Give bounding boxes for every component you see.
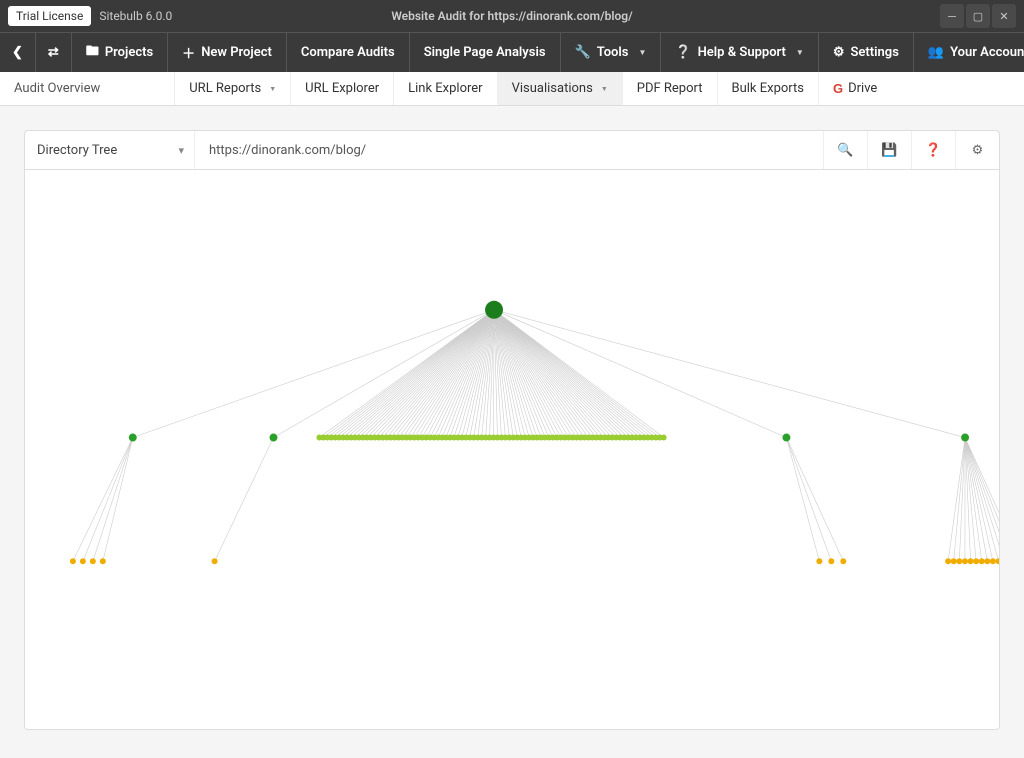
projects-label: Projects bbox=[105, 45, 153, 60]
tab-url-reports[interactable]: URL Reports bbox=[174, 72, 290, 105]
compare-audits-button[interactable]: Compare Audits bbox=[287, 33, 410, 72]
content-area: Directory Tree https://dinorank.com/blog… bbox=[0, 106, 1024, 754]
cogs-icon: ⚙ bbox=[972, 143, 984, 158]
account-label: Your Account bbox=[950, 45, 1024, 60]
tab-link-explorer[interactable]: Link Explorer bbox=[393, 72, 496, 105]
chevron-left-icon: ❮ bbox=[12, 45, 23, 60]
tab-url-explorer[interactable]: URL Explorer bbox=[290, 72, 393, 105]
tree-canvas[interactable] bbox=[24, 170, 1000, 730]
back-button[interactable]: ❮ bbox=[0, 33, 36, 72]
trial-license-badge: Trial License bbox=[8, 6, 91, 26]
help-dropdown[interactable]: ❔ Help & Support bbox=[661, 33, 818, 72]
google-icon: G bbox=[833, 81, 843, 96]
swap-button[interactable]: ⇄ bbox=[36, 33, 72, 72]
single-page-label: Single Page Analysis bbox=[424, 45, 546, 60]
compare-audits-label: Compare Audits bbox=[301, 45, 395, 60]
search-button[interactable]: 🔍 bbox=[823, 131, 867, 169]
minimize-button[interactable]: ─ bbox=[940, 4, 964, 28]
search-icon: 🔍 bbox=[837, 143, 853, 158]
config-button[interactable]: ⚙ bbox=[955, 131, 999, 169]
users-icon: 👥 bbox=[928, 45, 944, 60]
tools-dropdown[interactable]: 🔧 Tools bbox=[561, 33, 662, 72]
audit-overview-label[interactable]: Audit Overview bbox=[0, 72, 114, 105]
new-project-button[interactable]: ＋ New Project bbox=[168, 33, 287, 72]
panel-header: Directory Tree https://dinorank.com/blog… bbox=[24, 130, 1000, 170]
window-title: Website Audit for https://dinorank.com/b… bbox=[391, 9, 632, 23]
save-icon: 💾 bbox=[881, 143, 897, 158]
projects-button[interactable]: 🖿 Projects bbox=[72, 33, 168, 72]
subnav-spacer bbox=[114, 72, 174, 105]
main-toolbar: ❮ ⇄ 🖿 Projects ＋ New Project Compare Aud… bbox=[0, 32, 1024, 72]
plus-icon: ＋ bbox=[182, 43, 195, 62]
folder-icon: 🖿 bbox=[86, 42, 99, 64]
gear-icon: ⚙ bbox=[833, 45, 845, 60]
wrench-icon: 🔧 bbox=[575, 45, 591, 60]
tools-label: Tools bbox=[597, 45, 629, 60]
single-page-button[interactable]: Single Page Analysis bbox=[410, 33, 561, 72]
app-version-label: Sitebulb 6.0.0 bbox=[99, 9, 172, 23]
tree-svg bbox=[25, 170, 999, 729]
close-button[interactable]: ✕ bbox=[992, 4, 1016, 28]
new-project-label: New Project bbox=[201, 45, 272, 60]
panel-actions: 🔍 💾 ❓ ⚙ bbox=[823, 131, 999, 169]
sub-navigation: Audit Overview URL Reports URL Explorer … bbox=[0, 72, 1024, 106]
settings-button[interactable]: ⚙ Settings bbox=[819, 33, 914, 72]
help-label: Help & Support bbox=[698, 45, 786, 60]
titlebar: Trial License Sitebulb 6.0.0 Website Aud… bbox=[0, 0, 1024, 32]
help-button[interactable]: ❓ bbox=[911, 131, 955, 169]
help-icon: ❓ bbox=[925, 143, 941, 158]
question-icon: ❔ bbox=[675, 45, 691, 60]
tab-bulk-exports[interactable]: Bulk Exports bbox=[717, 72, 818, 105]
maximize-button[interactable]: ▢ bbox=[966, 4, 990, 28]
tab-pdf-report[interactable]: PDF Report bbox=[622, 72, 717, 105]
save-button[interactable]: 💾 bbox=[867, 131, 911, 169]
window-controls: ─ ▢ ✕ bbox=[940, 4, 1016, 28]
tab-drive[interactable]: G Drive bbox=[818, 72, 891, 105]
settings-label: Settings bbox=[851, 45, 899, 60]
account-button[interactable]: 👥 Your Account bbox=[914, 33, 1024, 72]
tab-visualisations[interactable]: Visualisations bbox=[497, 72, 622, 105]
swap-icon: ⇄ bbox=[48, 45, 59, 60]
visualisation-type-select[interactable]: Directory Tree bbox=[25, 131, 195, 169]
url-display: https://dinorank.com/blog/ bbox=[195, 131, 823, 169]
